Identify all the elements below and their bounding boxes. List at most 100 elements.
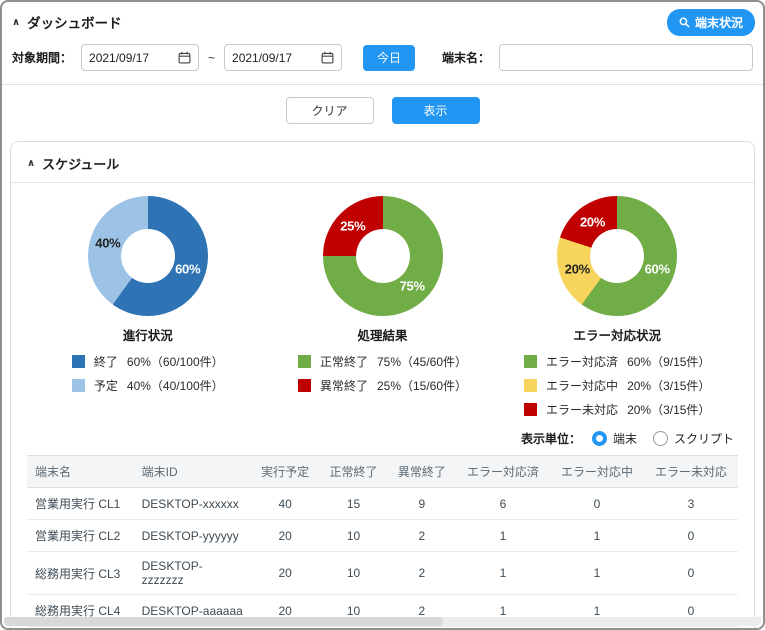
donut-hole bbox=[120, 229, 175, 283]
slice-percent-label: 60% bbox=[175, 261, 201, 277]
table-cell: 2 bbox=[387, 551, 457, 595]
page-title: ダッシュボード bbox=[27, 16, 122, 31]
legend-value: 60%（60/100件） bbox=[126, 355, 224, 369]
legend-swatch-icon bbox=[524, 355, 538, 368]
legend-swatch-icon bbox=[297, 379, 311, 392]
legend-label: 正常終了 bbox=[319, 355, 368, 369]
donut-chart: 75% 25% bbox=[322, 196, 443, 316]
horizontal-scrollbar[interactable] bbox=[4, 617, 761, 626]
radio-checked-icon[interactable] bbox=[591, 431, 607, 446]
dashboard-window: ∧ ダッシュボード 端末状況 対象期間： 2021/09/17 ~ 2021/0… bbox=[0, 0, 765, 630]
slice-percent-label: 25% bbox=[340, 218, 366, 234]
table-cell: 0 bbox=[644, 519, 738, 552]
legend-swatch-icon bbox=[524, 403, 538, 416]
table-cell: 10 bbox=[319, 551, 388, 595]
chart-title: 進行状況 bbox=[122, 329, 173, 343]
chart-legend: 終了 60%（60/100件） 予定 40%（40/100件） bbox=[71, 353, 224, 394]
show-button[interactable]: 表示 bbox=[391, 97, 480, 124]
charts-row: 60% 40% 進行状況 終了 60%（60/100件） 予定 40%（40/100件） 75… bbox=[27, 196, 738, 418]
calendar-icon[interactable] bbox=[321, 51, 334, 64]
chart-title: 処理結果 bbox=[357, 329, 408, 343]
table-cell: 20 bbox=[250, 519, 320, 552]
filter-bar: 対象期間： 2021/09/17 ~ 2021/09/17 今日 端末名： bbox=[2, 36, 763, 84]
table-header-row: 端末名 端末ID 実行予定 正常終了 異常終了 エラー対応済 エラー対応中 エラー未対応 bbox=[27, 455, 738, 488]
table-cell: 1 bbox=[456, 551, 551, 595]
table-header-cell: エラー対応中 bbox=[550, 455, 644, 488]
date-from-input[interactable]: 2021/09/17 bbox=[81, 44, 200, 71]
table-cell: 1 bbox=[550, 519, 644, 552]
date-to-value: 2021/09/17 bbox=[232, 50, 293, 65]
unit-radio-option[interactable]: スクリプト bbox=[652, 430, 734, 447]
slice-percent-label: 20% bbox=[564, 261, 590, 277]
slice-percent-label: 60% bbox=[644, 261, 670, 277]
donut-chart: 60% 20% 20% bbox=[557, 196, 678, 316]
clear-button[interactable]: クリア bbox=[285, 97, 374, 124]
table-cell: 20 bbox=[250, 551, 320, 595]
unit-radio-option[interactable]: 端末 bbox=[591, 430, 637, 447]
legend-swatch-icon bbox=[297, 355, 311, 368]
legend-swatch-icon bbox=[71, 379, 85, 392]
table-row[interactable]: 営業用実行 CL1 DESKTOP-xxxxxx 40 15 9 6 0 3 bbox=[27, 487, 738, 520]
table-header-cell: エラー対応済 bbox=[456, 455, 551, 488]
table-header-cell: 端末名 bbox=[27, 455, 134, 488]
collapse-chevron-icon[interactable]: ∧ bbox=[12, 17, 20, 28]
calendar-icon[interactable] bbox=[178, 51, 191, 64]
radio-label: 端末 bbox=[612, 432, 637, 446]
display-unit-row: 表示単位： 端末 スクリプト bbox=[31, 430, 734, 447]
radio-label: スクリプト bbox=[673, 432, 734, 446]
legend-value: 20%（3/15件） bbox=[627, 379, 711, 393]
slice-percent-label: 20% bbox=[579, 214, 606, 230]
table-cell: 2 bbox=[387, 519, 457, 552]
table-cell: 総務用実行 CL3 bbox=[27, 551, 134, 595]
collapse-chevron-icon[interactable]: ∧ bbox=[27, 158, 35, 169]
today-button[interactable]: 今日 bbox=[363, 44, 416, 71]
table-cell: 営業用実行 CL1 bbox=[27, 487, 134, 520]
table-cell: DESKTOP-zzzzzzz bbox=[133, 551, 251, 595]
search-icon bbox=[679, 17, 690, 28]
chart-block: 75% 25% 処理結果 正常終了 75%（45/60件） 異常終了 25%（15/60件） bbox=[269, 196, 497, 418]
terminal-status-label: 端末状況 bbox=[694, 15, 743, 30]
table-cell: 0 bbox=[550, 487, 644, 520]
table-header-cell: エラー未対応 bbox=[644, 455, 738, 488]
table-cell: 10 bbox=[319, 519, 388, 552]
slice-percent-label: 40% bbox=[95, 235, 121, 251]
action-bar: クリア 表示 bbox=[2, 85, 763, 136]
range-separator: ~ bbox=[208, 50, 216, 65]
terminal-name-label: 端末名： bbox=[442, 51, 491, 65]
table-header-cell: 異常終了 bbox=[387, 455, 457, 488]
chart-legend: 正常終了 75%（45/60件） 異常終了 25%（15/60件） bbox=[297, 353, 468, 394]
legend-label: 異常終了 bbox=[319, 379, 368, 393]
radio-unchecked-icon[interactable] bbox=[652, 431, 668, 446]
table-header-cell: 正常終了 bbox=[319, 455, 388, 488]
period-label: 対象期間： bbox=[12, 51, 73, 65]
legend-value: 20%（3/15件） bbox=[627, 403, 711, 417]
donut-hole bbox=[590, 229, 645, 283]
legend-label: エラー対応済 bbox=[546, 355, 619, 369]
page-header: ∧ ダッシュボード 端末状況 bbox=[2, 2, 763, 36]
date-to-input[interactable]: 2021/09/17 bbox=[224, 44, 343, 71]
terminal-name-input[interactable] bbox=[499, 44, 753, 71]
legend-value: 75%（45/60件） bbox=[376, 355, 468, 369]
table-cell: 1 bbox=[550, 551, 644, 595]
legend-value: 40%（40/100件） bbox=[126, 379, 224, 393]
table-cell: 6 bbox=[456, 487, 551, 520]
divider bbox=[11, 182, 754, 183]
legend-value: 60%（9/15件） bbox=[627, 355, 711, 369]
table-row[interactable]: 総務用実行 CL3 DESKTOP-zzzzzzz 20 10 2 1 1 0 bbox=[27, 551, 738, 595]
date-from-value: 2021/09/17 bbox=[89, 50, 150, 65]
donut-hole bbox=[355, 229, 410, 283]
chart-title: エラー対応状況 bbox=[573, 329, 661, 343]
table-cell: DESKTOP-xxxxxx bbox=[133, 487, 251, 520]
table-cell: 40 bbox=[250, 487, 320, 520]
table-header: 端末名 端末ID 実行予定 正常終了 異常終了 エラー対応済 エラー対応中 エラー未対応 bbox=[27, 455, 738, 488]
legend-label: エラー対応中 bbox=[546, 379, 619, 393]
table-cell: 0 bbox=[644, 551, 738, 595]
legend-label: 終了 bbox=[93, 355, 118, 369]
legend-swatch-icon bbox=[524, 379, 538, 392]
legend-label: エラー未対応 bbox=[546, 403, 619, 417]
table-row[interactable]: 営業用実行 CL2 DESKTOP-yyyyyy 20 10 2 1 1 0 bbox=[27, 519, 738, 552]
terminal-status-button[interactable]: 端末状況 bbox=[666, 8, 755, 36]
slice-percent-label: 75% bbox=[399, 278, 425, 294]
scrollbar-thumb[interactable] bbox=[4, 617, 444, 626]
table-header-cell: 実行予定 bbox=[250, 455, 320, 488]
